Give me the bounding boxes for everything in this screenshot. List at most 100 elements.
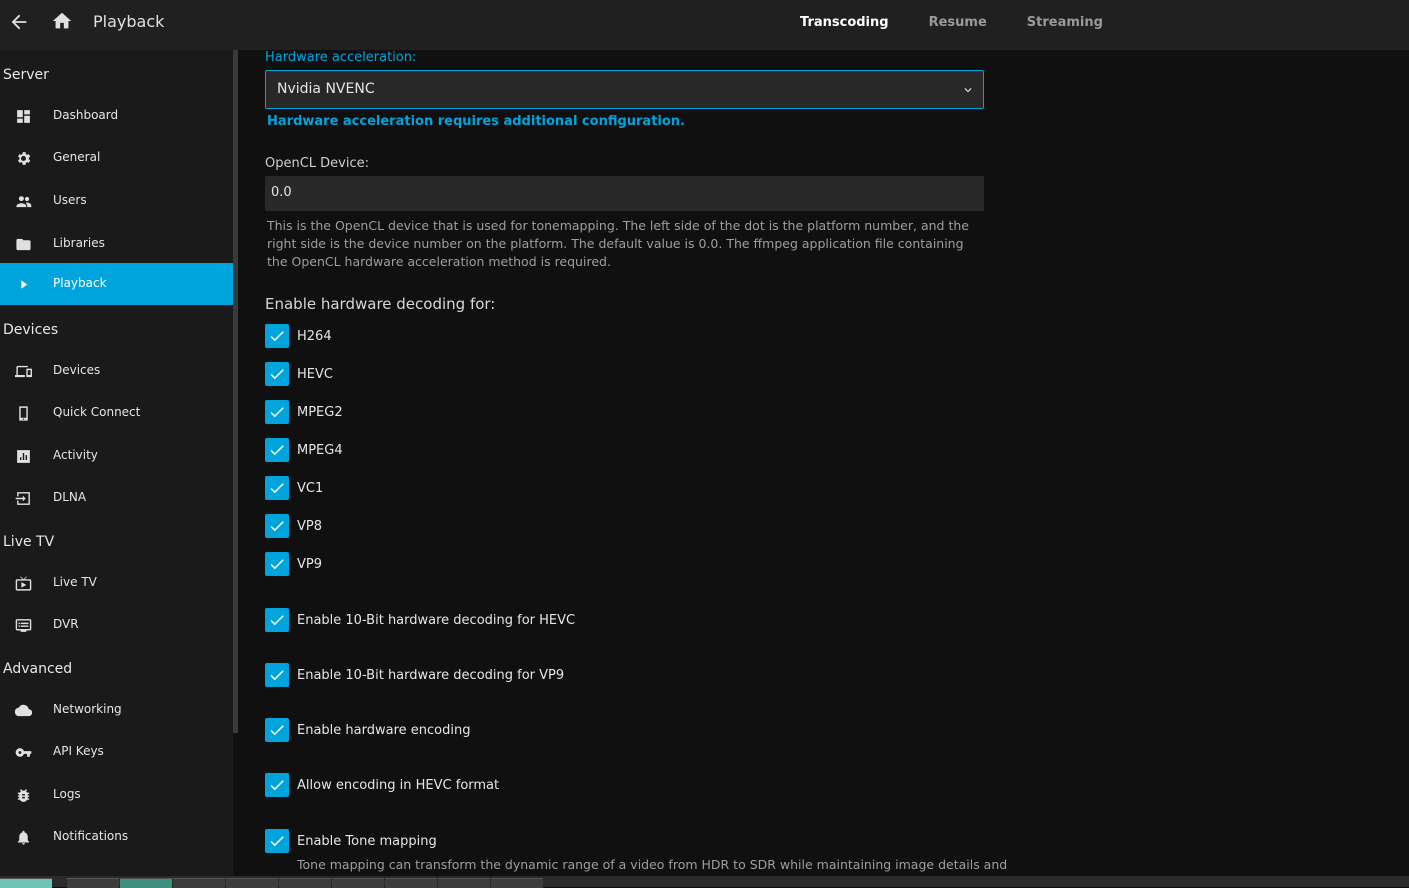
sidebar-item-devices[interactable]: Devices bbox=[0, 350, 233, 392]
sidebar-item-label: Quick Connect bbox=[53, 405, 141, 419]
checkbox-hevc-encoding[interactable] bbox=[265, 773, 289, 797]
sidebar-item-label: DLNA bbox=[53, 490, 87, 504]
checkbox-vp8[interactable] bbox=[265, 514, 289, 538]
sidebar-scrollbar[interactable] bbox=[233, 50, 238, 733]
sidebar-item-quick-connect[interactable]: Quick Connect bbox=[0, 392, 233, 434]
bell-icon bbox=[17, 830, 30, 845]
tab-bar: Transcoding Resume Streaming bbox=[780, 0, 1123, 50]
sidebar-item-label: Networking bbox=[53, 702, 122, 716]
sidebar-item-label: DVR bbox=[53, 617, 79, 631]
sidebar-item-dvr[interactable]: DVR bbox=[0, 604, 233, 646]
hardware-acceleration-warning: Hardware acceleration requires additiona… bbox=[267, 114, 685, 129]
checkbox-label: Enable Tone mapping bbox=[297, 834, 437, 849]
sidebar-item-dlna[interactable]: DLNA bbox=[0, 477, 233, 519]
opencl-device-label: OpenCL Device: bbox=[265, 156, 370, 171]
sidebar-item-label: API Keys bbox=[53, 744, 104, 758]
check-icon bbox=[270, 670, 284, 681]
taskbar bbox=[0, 876, 1409, 888]
gear-icon bbox=[18, 152, 31, 165]
sidebar-item-notifications[interactable]: Notifications bbox=[0, 816, 233, 858]
bug-icon bbox=[17, 789, 30, 802]
checkbox-label: HEVC bbox=[297, 367, 333, 382]
sidebar-item-label: General bbox=[53, 150, 101, 164]
cast-icon bbox=[19, 406, 28, 421]
folder-icon bbox=[16, 238, 31, 251]
tv-icon bbox=[15, 576, 32, 591]
checkbox-10bit-vp9[interactable] bbox=[265, 663, 289, 687]
checkbox-label: VP8 bbox=[297, 519, 323, 534]
section-title-server: Server bbox=[3, 67, 49, 83]
home-icon[interactable] bbox=[51, 10, 73, 32]
sidebar-item-label: Live TV bbox=[53, 575, 97, 589]
tab-transcoding[interactable]: Transcoding bbox=[780, 0, 909, 50]
back-arrow-icon[interactable] bbox=[8, 11, 30, 33]
users-icon bbox=[16, 196, 32, 208]
sidebar-item-general[interactable]: General bbox=[0, 137, 233, 179]
play-icon bbox=[21, 280, 28, 289]
check-icon bbox=[270, 483, 284, 494]
checkbox-hevc[interactable] bbox=[265, 362, 289, 386]
check-icon bbox=[270, 725, 284, 736]
section-title-devices: Devices bbox=[3, 322, 59, 338]
check-icon bbox=[270, 836, 284, 847]
checkbox-vc1[interactable] bbox=[265, 476, 289, 500]
checkbox-10bit-hevc[interactable] bbox=[265, 608, 289, 632]
sidebar-item-activity[interactable]: Activity bbox=[0, 435, 233, 477]
check-icon bbox=[270, 445, 284, 456]
checkbox-label: MPEG4 bbox=[297, 443, 343, 458]
checkbox-label: H264 bbox=[297, 329, 332, 344]
checkbox-label: Enable 10-Bit hardware decoding for VP9 bbox=[297, 668, 565, 683]
key-icon bbox=[15, 748, 32, 757]
sidebar-item-logs[interactable]: Logs bbox=[0, 774, 233, 816]
checkbox-label: MPEG2 bbox=[297, 405, 343, 420]
sidebar-item-users[interactable]: Users bbox=[0, 180, 233, 222]
sidebar-item-label: Activity bbox=[53, 448, 98, 462]
chart-icon bbox=[17, 450, 30, 463]
sidebar-item-playback[interactable]: Playback bbox=[0, 263, 233, 305]
sidebar-item-networking[interactable]: Networking bbox=[0, 689, 233, 731]
checkbox-label: VP9 bbox=[297, 557, 323, 572]
devices-icon bbox=[15, 365, 32, 378]
sidebar-item-live-tv[interactable]: Live TV bbox=[0, 562, 233, 604]
sidebar-item-label: Logs bbox=[53, 787, 81, 801]
tab-resume[interactable]: Resume bbox=[909, 0, 1007, 50]
hardware-decoding-heading: Enable hardware decoding for: bbox=[265, 295, 496, 313]
input-icon bbox=[15, 492, 30, 505]
sidebar-item-dashboard[interactable]: Dashboard bbox=[0, 95, 233, 137]
section-title-live-tv: Live TV bbox=[3, 534, 55, 550]
checkbox-label: VC1 bbox=[297, 481, 324, 496]
opencl-device-help: This is the OpenCL device that is used f… bbox=[267, 218, 969, 269]
chevron-down-icon bbox=[964, 88, 972, 93]
checkbox-label: Enable 10-Bit hardware decoding for HEVC bbox=[297, 613, 576, 628]
tab-streaming[interactable]: Streaming bbox=[1007, 0, 1123, 50]
sidebar-item-libraries[interactable]: Libraries bbox=[0, 223, 233, 265]
check-icon bbox=[270, 780, 284, 791]
sidebar-item-label: Playback bbox=[53, 276, 107, 290]
sidebar-item-label: Dashboard bbox=[53, 108, 119, 122]
checkbox-tone-mapping[interactable] bbox=[265, 829, 289, 853]
dashboard-icon bbox=[17, 110, 30, 123]
check-icon bbox=[270, 407, 284, 418]
sidebar-item-label: Devices bbox=[53, 363, 101, 377]
checkbox-h264[interactable] bbox=[265, 324, 289, 348]
tone-mapping-help: Tone mapping can transform the dynamic r… bbox=[297, 857, 1008, 872]
checkbox-hardware-encoding[interactable] bbox=[265, 718, 289, 742]
check-icon bbox=[270, 559, 284, 570]
section-title-advanced: Advanced bbox=[3, 661, 73, 677]
checkbox-label: Enable hardware encoding bbox=[297, 723, 471, 738]
sidebar-item-label: Notifications bbox=[53, 829, 129, 843]
check-icon bbox=[270, 331, 284, 342]
dvr-icon bbox=[15, 619, 32, 632]
checkbox-vp9[interactable] bbox=[265, 552, 289, 576]
opencl-device-input[interactable]: 0.0 bbox=[265, 176, 984, 211]
sidebar-item-api-keys[interactable]: API Keys bbox=[0, 731, 233, 773]
sidebar-item-label: Users bbox=[53, 193, 87, 207]
checkbox-mpeg2[interactable] bbox=[265, 400, 289, 424]
sidebar-item-label: Libraries bbox=[53, 236, 105, 250]
hardware-acceleration-select[interactable]: Nvidia NVENC bbox=[265, 70, 984, 109]
checkbox-mpeg4[interactable] bbox=[265, 438, 289, 462]
checkbox-label: Allow encoding in HEVC format bbox=[297, 778, 500, 793]
sidebar: Server Dashboard General Users Libraries… bbox=[0, 50, 233, 887]
hardware-acceleration-label: Hardware acceleration: bbox=[265, 50, 417, 65]
app-header: Playback Transcoding Resume Streaming bbox=[0, 0, 1409, 50]
